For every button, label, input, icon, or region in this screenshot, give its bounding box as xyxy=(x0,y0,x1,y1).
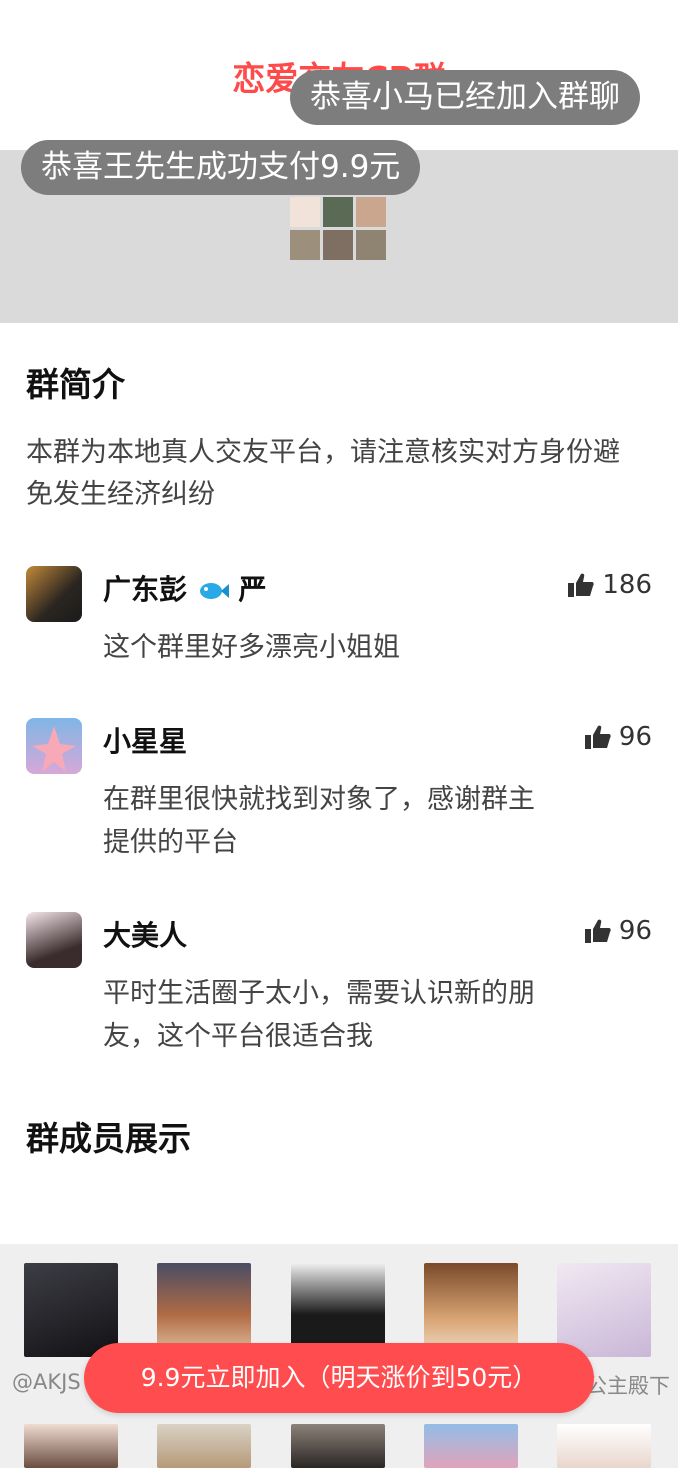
member-photo[interactable] xyxy=(157,1424,251,1468)
review-text: 平时生活圈子太小，需要认识新的朋友，这个平台很适合我 xyxy=(103,978,535,1052)
review-author-name: 广东彭 xyxy=(103,573,188,606)
members-title: 群成员展示 xyxy=(26,1119,191,1158)
group-avatar-tile xyxy=(323,230,353,260)
review-author-suffix: 严 xyxy=(238,573,267,606)
member-photo[interactable] xyxy=(557,1263,651,1357)
intro-text: 本群为本地真人交友平台，请注意核实对方身份避免发生经济纠纷 xyxy=(26,437,620,510)
join-button[interactable]: 9.9元立即加入（明天涨价到50元） xyxy=(84,1343,594,1413)
review-author: 广东彭 严 xyxy=(103,568,267,608)
group-avatar-tile xyxy=(356,197,386,227)
thumbs-up-icon xyxy=(584,919,611,943)
review-item: 小星星 96 在群里很快就找到对象了，感谢群主提供的平台 xyxy=(26,718,652,858)
group-avatar-tile xyxy=(356,230,386,260)
review-item: 广东彭 严 186 这个群里好多漂亮小姐姐 xyxy=(26,566,652,676)
like-number: 96 xyxy=(618,916,652,946)
like-number: 96 xyxy=(618,722,652,752)
member-caption: @AKJS xyxy=(12,1370,81,1394)
like-count[interactable]: 96 xyxy=(584,722,652,752)
like-count[interactable]: 186 xyxy=(568,570,652,600)
thumbs-up-icon xyxy=(584,725,611,749)
patrick-star-icon xyxy=(32,726,76,772)
member-photo[interactable] xyxy=(557,1424,651,1468)
member-caption: 公主殿下 xyxy=(586,1374,670,1398)
member-photo[interactable] xyxy=(291,1424,385,1468)
review-item: 大美人 96 平时生活圈子太小，需要认识新的朋友，这个平台很适合我 xyxy=(26,912,652,1052)
join-toast: 恭喜小马已经加入群聊 xyxy=(290,70,640,125)
review-text: 这个群里好多漂亮小姐姐 xyxy=(103,632,400,663)
member-photo[interactable] xyxy=(24,1424,118,1468)
like-count[interactable]: 96 xyxy=(584,916,652,946)
group-avatar-tile xyxy=(290,197,320,227)
member-photo[interactable] xyxy=(424,1424,518,1468)
avatar xyxy=(26,718,82,774)
like-number: 186 xyxy=(602,570,652,600)
group-avatar-tile xyxy=(323,197,353,227)
member-photo[interactable] xyxy=(24,1263,118,1357)
fish-icon xyxy=(199,583,229,599)
thumbs-up-icon xyxy=(568,573,595,597)
avatar xyxy=(26,912,82,968)
review-text: 在群里很快就找到对象了，感谢群主提供的平台 xyxy=(103,784,535,858)
payment-toast: 恭喜王先生成功支付9.9元 xyxy=(21,140,421,195)
review-author-name: 大美人 xyxy=(103,919,188,952)
review-author-name: 小星星 xyxy=(103,725,188,758)
intro-title: 群简介 xyxy=(26,365,125,404)
avatar xyxy=(26,566,82,622)
group-avatar-tile xyxy=(290,230,320,260)
